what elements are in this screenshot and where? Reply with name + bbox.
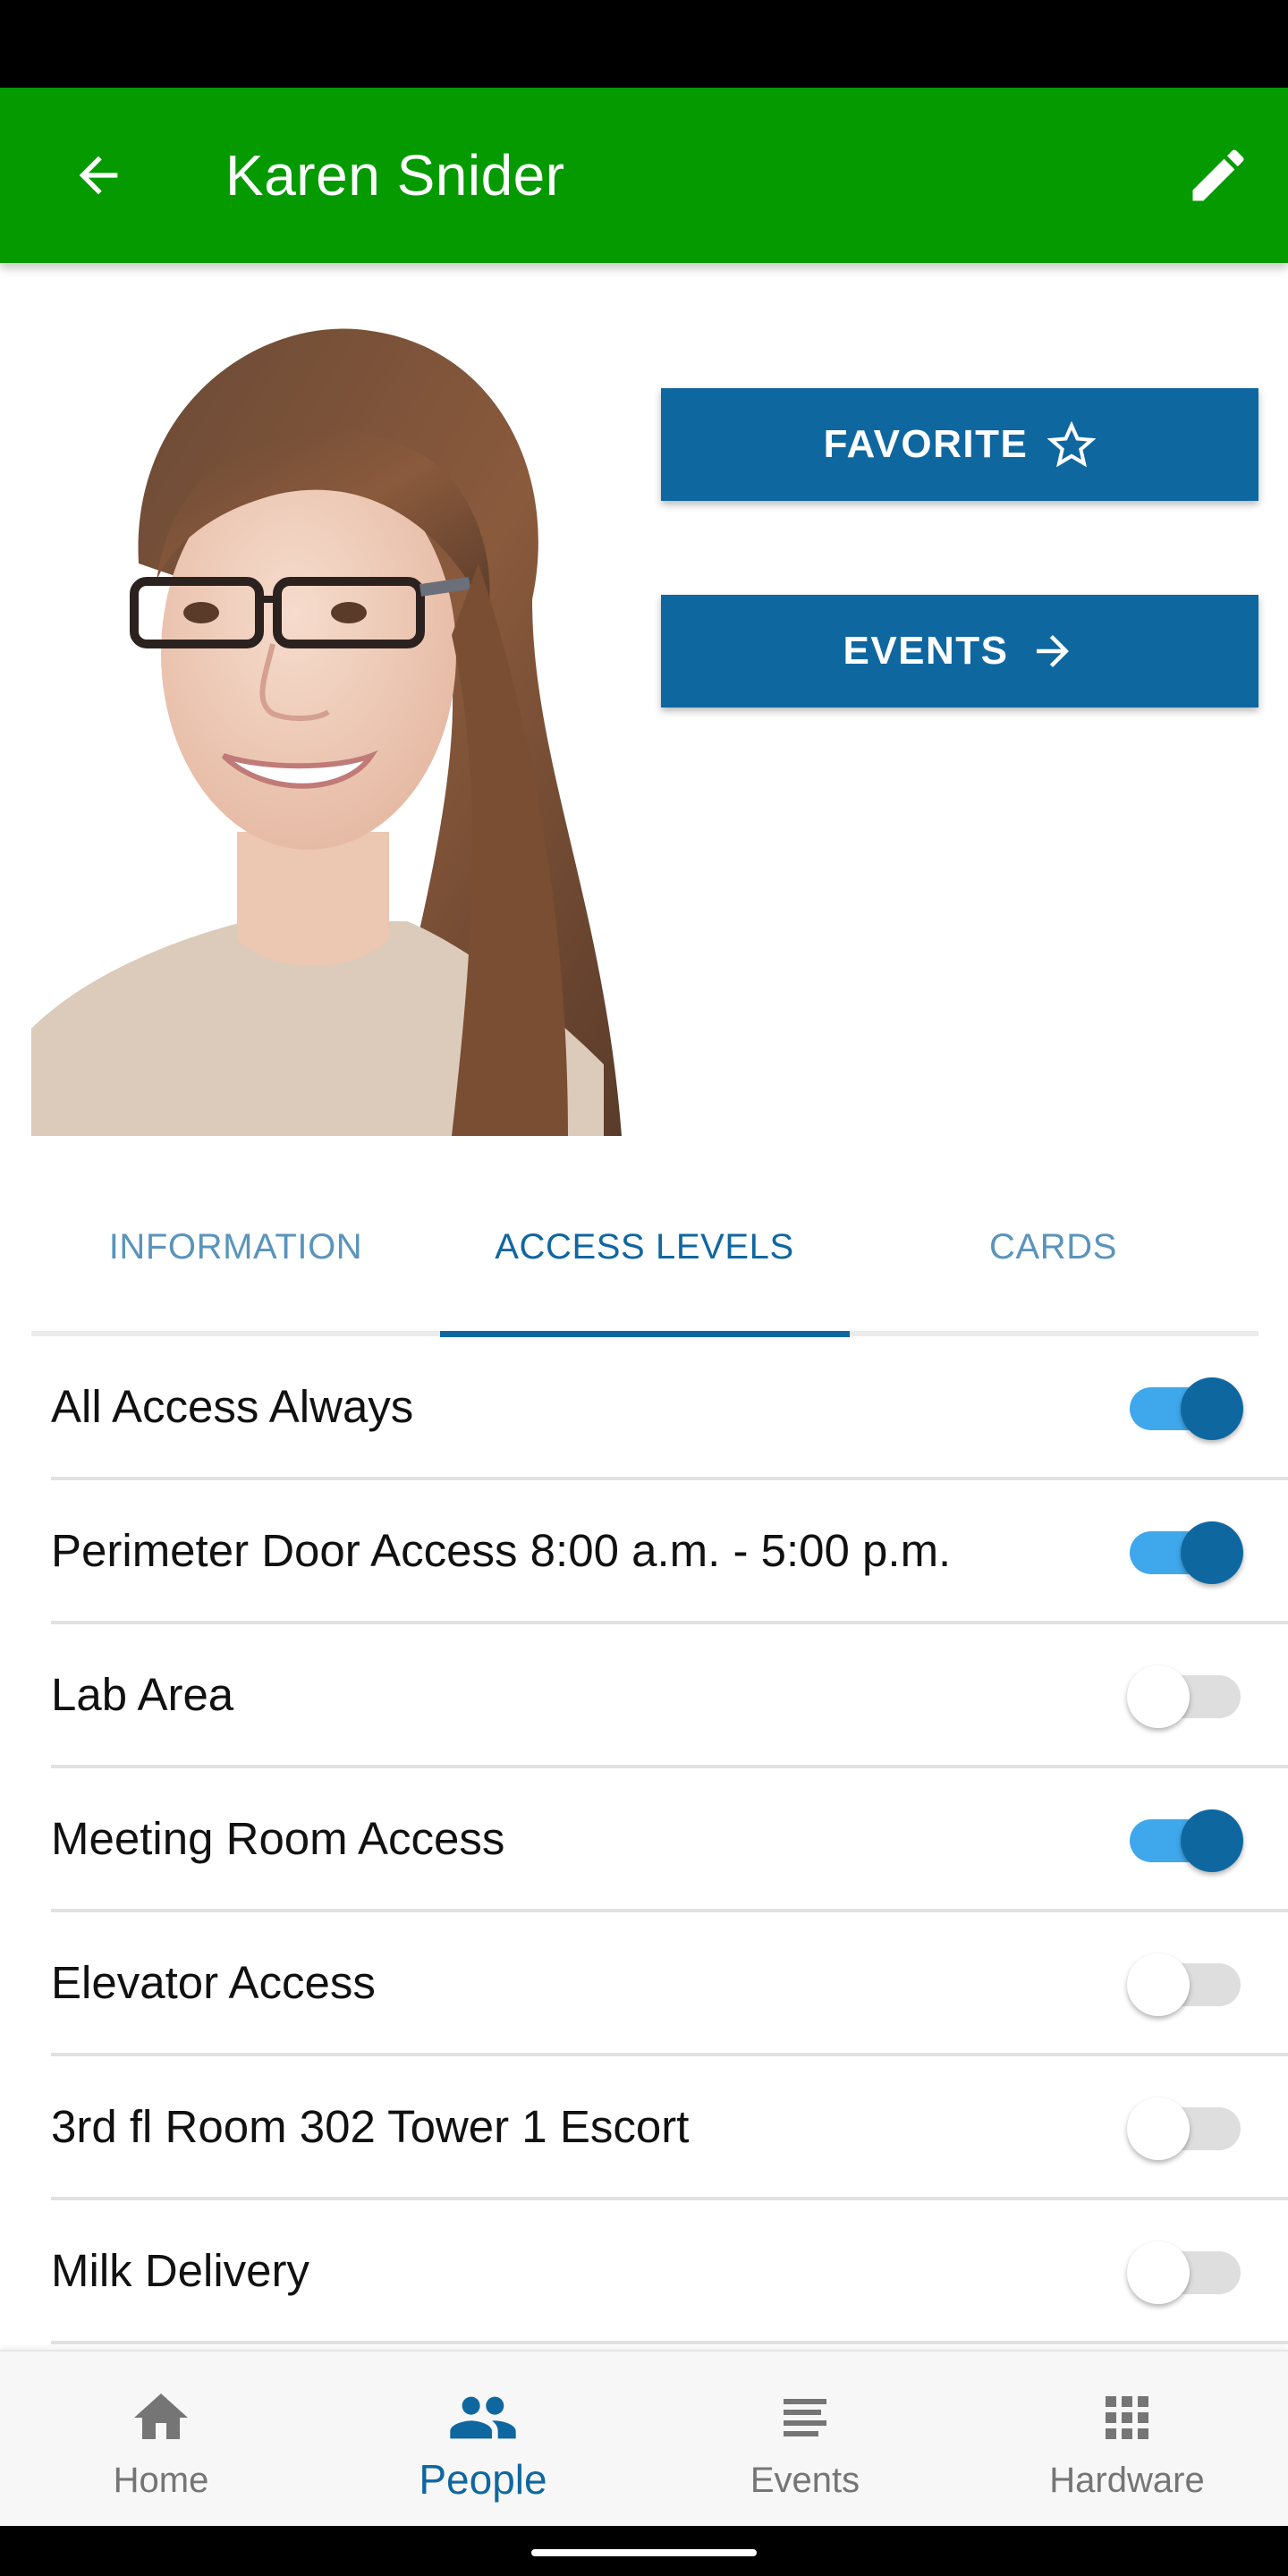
- star-outline-icon: [1047, 420, 1097, 468]
- toggle-thumb: [1181, 1521, 1243, 1584]
- profile-tabs: INFORMATION ACCESS LEVELS CARDS: [31, 1190, 1258, 1337]
- status-bar: [0, 0, 1288, 88]
- home-gesture-handle[interactable]: [531, 2549, 757, 2556]
- arrow-back-icon: [79, 156, 118, 195]
- access-level-toggle[interactable]: [1127, 1377, 1243, 1440]
- events-label: EVENTS: [843, 629, 1009, 673]
- system-gesture-bar: [0, 2526, 1288, 2576]
- toggle-thumb: [1127, 2097, 1190, 2160]
- edit-button[interactable]: [1174, 131, 1263, 220]
- access-level-toggle[interactable]: [1127, 2097, 1243, 2160]
- home-icon: [134, 2394, 188, 2439]
- nav-home[interactable]: Home: [0, 2351, 322, 2528]
- access-level-label: Milk Delivery: [51, 2245, 310, 2296]
- arrow-forward-icon: [1036, 635, 1069, 667]
- page-title: Karen Snider: [225, 143, 565, 208]
- grid-icon: [1106, 2396, 1148, 2439]
- access-level-toggle[interactable]: [1127, 1809, 1243, 1872]
- access-level-label: All Access Always: [51, 1381, 414, 1432]
- app-bar: Karen Snider: [0, 88, 1288, 263]
- access-level-row: Elevator Access: [51, 1912, 1288, 2056]
- toggle-thumb: [1127, 2241, 1190, 2304]
- toggle-thumb: [1127, 1953, 1190, 2016]
- toggle-thumb: [1181, 1809, 1243, 1872]
- access-level-toggle[interactable]: [1127, 2241, 1243, 2304]
- access-level-row: All Access Always: [51, 1336, 1288, 1480]
- access-level-row: Perimeter Door Access 8:00 a.m. - 5:00 p…: [51, 1480, 1288, 1624]
- favorite-label: FAVORITE: [823, 422, 1029, 466]
- access-level-toggle[interactable]: [1127, 1665, 1243, 1728]
- bottom-navigation: Home People Events Hardware: [0, 2350, 1288, 2526]
- toggle-thumb: [1181, 1377, 1243, 1440]
- nav-hardware[interactable]: Hardware: [966, 2351, 1288, 2528]
- tab-cards[interactable]: CARDS: [849, 1190, 1258, 1304]
- access-level-toggle[interactable]: [1127, 1521, 1243, 1584]
- nav-hardware-label: Hardware: [1049, 2461, 1205, 2500]
- toggle-thumb: [1127, 1665, 1190, 1728]
- favorite-button[interactable]: FAVORITE: [661, 388, 1258, 501]
- profile-photo: [31, 295, 631, 1136]
- nav-people-label: People: [419, 2456, 547, 2503]
- access-level-toggle[interactable]: [1127, 1953, 1243, 2016]
- nav-people[interactable]: People: [322, 2351, 644, 2528]
- access-level-label: Elevator Access: [51, 1957, 376, 2008]
- pencil-edit-icon: [1192, 149, 1244, 201]
- access-level-row: Meeting Room Access: [51, 1768, 1288, 1912]
- people-icon: [450, 2396, 516, 2439]
- access-level-label: 3rd fl Room 302 Tower 1 Escort: [51, 2101, 690, 2152]
- list-icon: [784, 2399, 826, 2436]
- access-level-row: Lab Area: [51, 1624, 1288, 1768]
- access-level-row: 3rd fl Room 302 Tower 1 Escort: [51, 2056, 1288, 2200]
- access-level-label: Meeting Room Access: [51, 1813, 505, 1864]
- access-level-label: Lab Area: [51, 1669, 234, 1720]
- tab-information[interactable]: INFORMATION: [31, 1190, 440, 1304]
- portrait-image: [31, 295, 631, 1136]
- nav-home-label: Home: [113, 2461, 209, 2500]
- access-level-row: Milk Delivery: [51, 2200, 1288, 2344]
- nav-events[interactable]: Events: [644, 2351, 966, 2528]
- access-levels-list: All Access Always Perimeter Door Access …: [51, 1336, 1288, 2344]
- nav-events-label: Events: [750, 2461, 860, 2500]
- tab-access-levels[interactable]: ACCESS LEVELS: [440, 1190, 849, 1304]
- back-button[interactable]: [54, 131, 143, 220]
- access-level-label: Perimeter Door Access 8:00 a.m. - 5:00 p…: [51, 1525, 952, 1576]
- events-button[interactable]: EVENTS: [661, 595, 1258, 708]
